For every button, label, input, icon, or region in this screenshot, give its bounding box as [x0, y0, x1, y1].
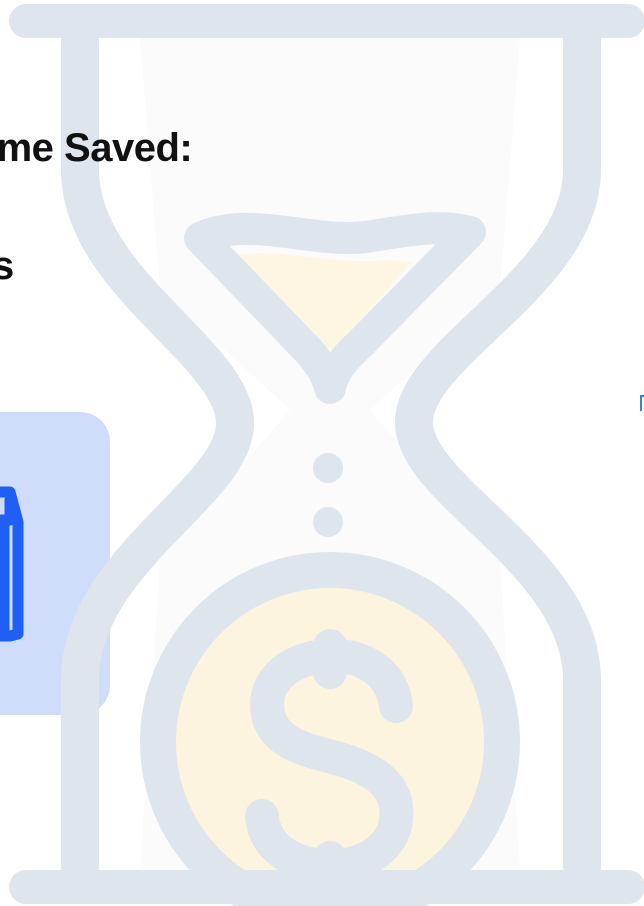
infographic-panel: ime Saved: s: [0, 0, 644, 906]
edge-mark: [640, 395, 644, 411]
headline-time-saved: ime Saved:: [0, 126, 193, 170]
headline-value: s: [0, 244, 14, 288]
